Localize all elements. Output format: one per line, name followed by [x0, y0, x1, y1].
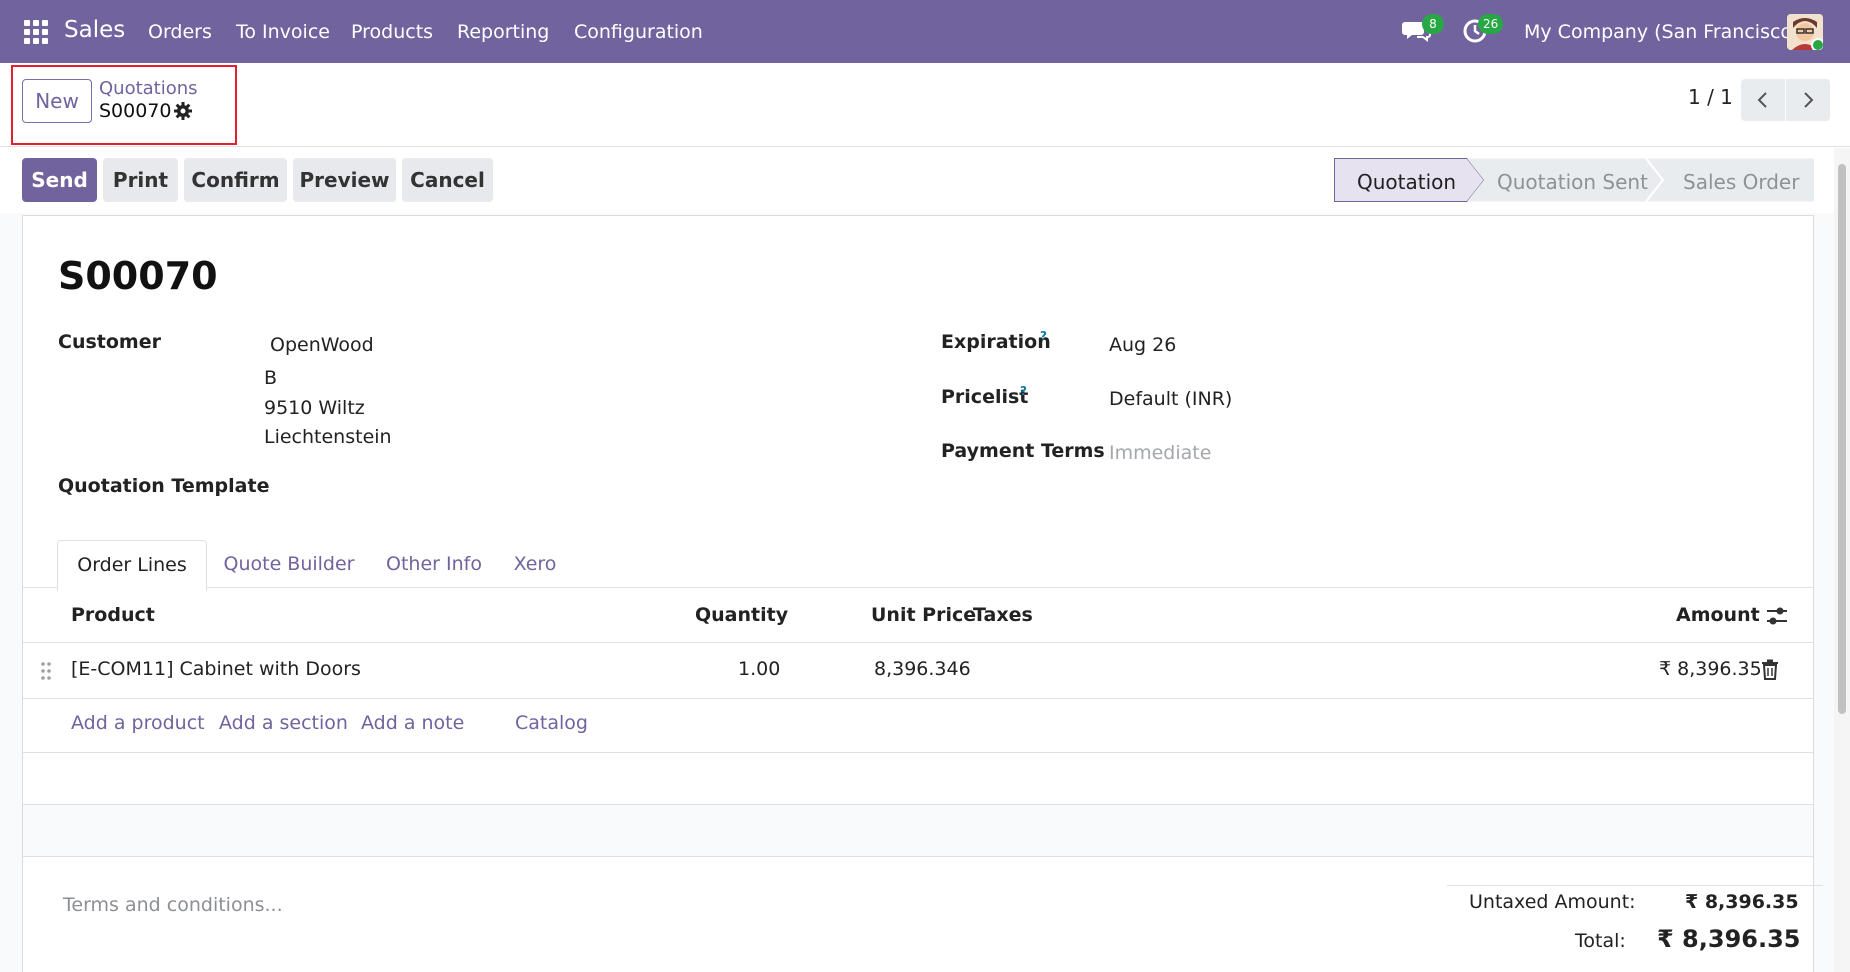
breadcrumb-current: S00070: [99, 100, 172, 122]
preview-button[interactable]: Preview: [293, 158, 396, 202]
payment-terms-field[interactable]: Immediate: [1109, 442, 1211, 464]
pager-previous-button[interactable]: [1741, 79, 1785, 121]
notebook-tabs: Order Lines Quote Builder Other Info Xer…: [23, 540, 1813, 592]
terms-and-conditions-field[interactable]: Terms and conditions...: [63, 894, 283, 916]
column-amount[interactable]: Amount: [1676, 604, 1760, 626]
menu-reporting[interactable]: Reporting: [457, 21, 549, 43]
optional-columns-icon[interactable]: [1765, 605, 1789, 631]
scrollbar-thumb[interactable]: [1838, 164, 1846, 714]
status-steps: Quotation Quotation Sent Sales Order: [1334, 158, 1814, 202]
status-quotation-sent[interactable]: Quotation Sent: [1497, 170, 1648, 194]
tab-other-info[interactable]: Other Info: [377, 540, 491, 592]
drag-handle-icon[interactable]: [40, 661, 52, 685]
customer-address-line: B: [264, 367, 278, 389]
breadcrumb-quotations[interactable]: Quotations: [99, 78, 198, 99]
app-menu-icon[interactable]: [24, 20, 48, 44]
total-label: Total:: [1575, 930, 1626, 952]
cancel-button[interactable]: Cancel: [402, 158, 493, 202]
customer-label: Customer: [58, 331, 161, 353]
line-amount: ₹ 8,396.35: [1659, 658, 1762, 680]
send-button[interactable]: Send: [22, 158, 97, 202]
add-line-row: Add a product Add a section Add a note C…: [23, 699, 1813, 753]
column-quantity[interactable]: Quantity: [695, 604, 788, 626]
control-panel: New Quotations S00070 1 / 1: [0, 63, 1850, 147]
customer-address-line: Liechtenstein: [264, 426, 392, 448]
new-button[interactable]: New: [22, 79, 92, 123]
quotation-template-label: Quotation Template: [58, 475, 270, 497]
trash-icon[interactable]: [1761, 659, 1779, 685]
table-header: Product Quantity Unit Price Taxes Amount: [23, 589, 1813, 643]
line-quantity[interactable]: 1.00: [738, 658, 780, 680]
company-switcher[interactable]: My Company (San Francisco): [1524, 21, 1799, 43]
table-row[interactable]: [E-COM11] Cabinet with Doors 1.00 8,396.…: [23, 643, 1813, 699]
payment-terms-label: Payment Terms: [941, 440, 1105, 462]
customer-address-line: 9510 Wiltz: [264, 397, 365, 419]
line-unit-price[interactable]: 8,396.346: [874, 658, 971, 680]
untaxed-amount-label: Untaxed Amount:: [1469, 891, 1636, 913]
confirm-button[interactable]: Confirm: [184, 158, 287, 202]
user-avatar[interactable]: [1787, 14, 1823, 50]
activities-badge: 26: [1478, 14, 1504, 34]
column-unit-price[interactable]: Unit Price: [871, 604, 976, 626]
gear-icon[interactable]: [173, 101, 193, 121]
menu-configuration[interactable]: Configuration: [574, 21, 703, 43]
status-sales-order[interactable]: Sales Order: [1683, 170, 1799, 194]
line-product[interactable]: [E-COM11] Cabinet with Doors: [71, 658, 361, 680]
total-value: ₹ 8,396.35: [1657, 925, 1801, 953]
pricelist-label: Pricelist: [941, 386, 1029, 408]
menu-orders[interactable]: Orders: [148, 21, 212, 43]
tab-order-lines[interactable]: Order Lines: [57, 540, 207, 592]
pricelist-field[interactable]: Default (INR): [1109, 388, 1232, 410]
add-note-link[interactable]: Add a note: [361, 712, 464, 734]
catalog-link[interactable]: Catalog: [515, 712, 588, 734]
add-section-link[interactable]: Add a section: [219, 712, 348, 734]
help-icon[interactable]: ?: [1020, 384, 1027, 398]
empty-row: [23, 805, 1813, 857]
top-navbar: Sales Orders To Invoice Products Reporti…: [0, 0, 1850, 63]
menu-products[interactable]: Products: [351, 21, 433, 43]
tab-quote-builder[interactable]: Quote Builder: [219, 540, 359, 592]
record-title: S00070: [58, 254, 218, 298]
print-button[interactable]: Print: [103, 158, 178, 202]
form-view: S00070 Customer OpenWood B 9510 Wiltz Li…: [0, 213, 1850, 972]
add-product-link[interactable]: Add a product: [71, 712, 205, 734]
form-sheet: S00070 Customer OpenWood B 9510 Wiltz Li…: [22, 215, 1823, 972]
expiration-field[interactable]: Aug 26: [1109, 334, 1176, 356]
help-icon[interactable]: ?: [1040, 329, 1047, 343]
empty-row: [23, 753, 1813, 805]
status-quotation[interactable]: Quotation: [1357, 170, 1456, 194]
pager-next-button[interactable]: [1786, 79, 1830, 121]
expiration-label: Expiration: [941, 331, 1051, 353]
tab-xero[interactable]: Xero: [503, 540, 567, 592]
column-taxes[interactable]: Taxes: [973, 604, 1033, 626]
app-brand[interactable]: Sales: [64, 17, 125, 43]
messages-badge: 8: [1422, 14, 1444, 34]
customer-name[interactable]: OpenWood: [270, 334, 374, 356]
pager-value[interactable]: 1 / 1: [1688, 85, 1733, 109]
status-bar: Send Print Confirm Preview Cancel Quotat…: [0, 148, 1850, 213]
totals-divider: [1447, 885, 1823, 886]
untaxed-amount-value: ₹ 8,396.35: [1685, 891, 1799, 913]
column-product[interactable]: Product: [71, 604, 155, 626]
menu-to-invoice[interactable]: To Invoice: [236, 21, 330, 43]
